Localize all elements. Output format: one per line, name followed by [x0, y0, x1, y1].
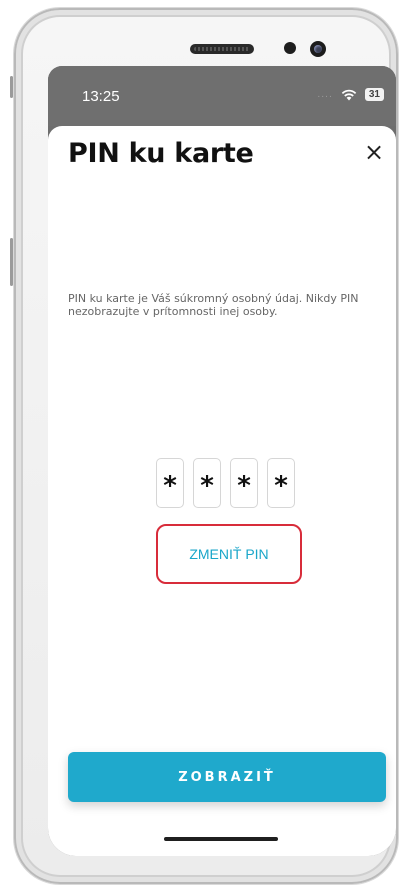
home-indicator[interactable] [164, 837, 278, 841]
pin-digit: * [193, 458, 221, 508]
pin-display: * * * * [156, 458, 295, 508]
signal-dots: .... [317, 89, 333, 100]
pin-digit: * [267, 458, 295, 508]
change-pin-button[interactable]: ZMENIŤ PIN [156, 524, 302, 584]
front-camera-icon [310, 41, 326, 57]
side-button-volume [10, 238, 13, 286]
screen: 13:25 .... 31 PIN ku karte × PIN ku kart… [48, 66, 396, 856]
earpiece-speaker [190, 44, 254, 54]
phone-frame: 13:25 .... 31 PIN ku karte × PIN ku kart… [10, 8, 398, 884]
status-indicators: .... 31 [317, 88, 384, 101]
pin-digit: * [156, 458, 184, 508]
status-time: 13:25 [82, 88, 120, 105]
pin-digit: * [230, 458, 258, 508]
pin-info-text: PIN ku karte je Váš súkromný osobný údaj… [68, 292, 359, 318]
battery-icon: 31 [364, 88, 384, 101]
close-icon[interactable]: × [362, 140, 386, 164]
page-title: PIN ku karte [68, 138, 254, 169]
proximity-sensor [284, 42, 296, 54]
show-pin-button[interactable]: ZOBRAZIŤ [68, 752, 386, 802]
side-button-top [10, 76, 13, 98]
wifi-icon [341, 89, 357, 101]
status-bar: 13:25 .... 31 [48, 66, 396, 126]
